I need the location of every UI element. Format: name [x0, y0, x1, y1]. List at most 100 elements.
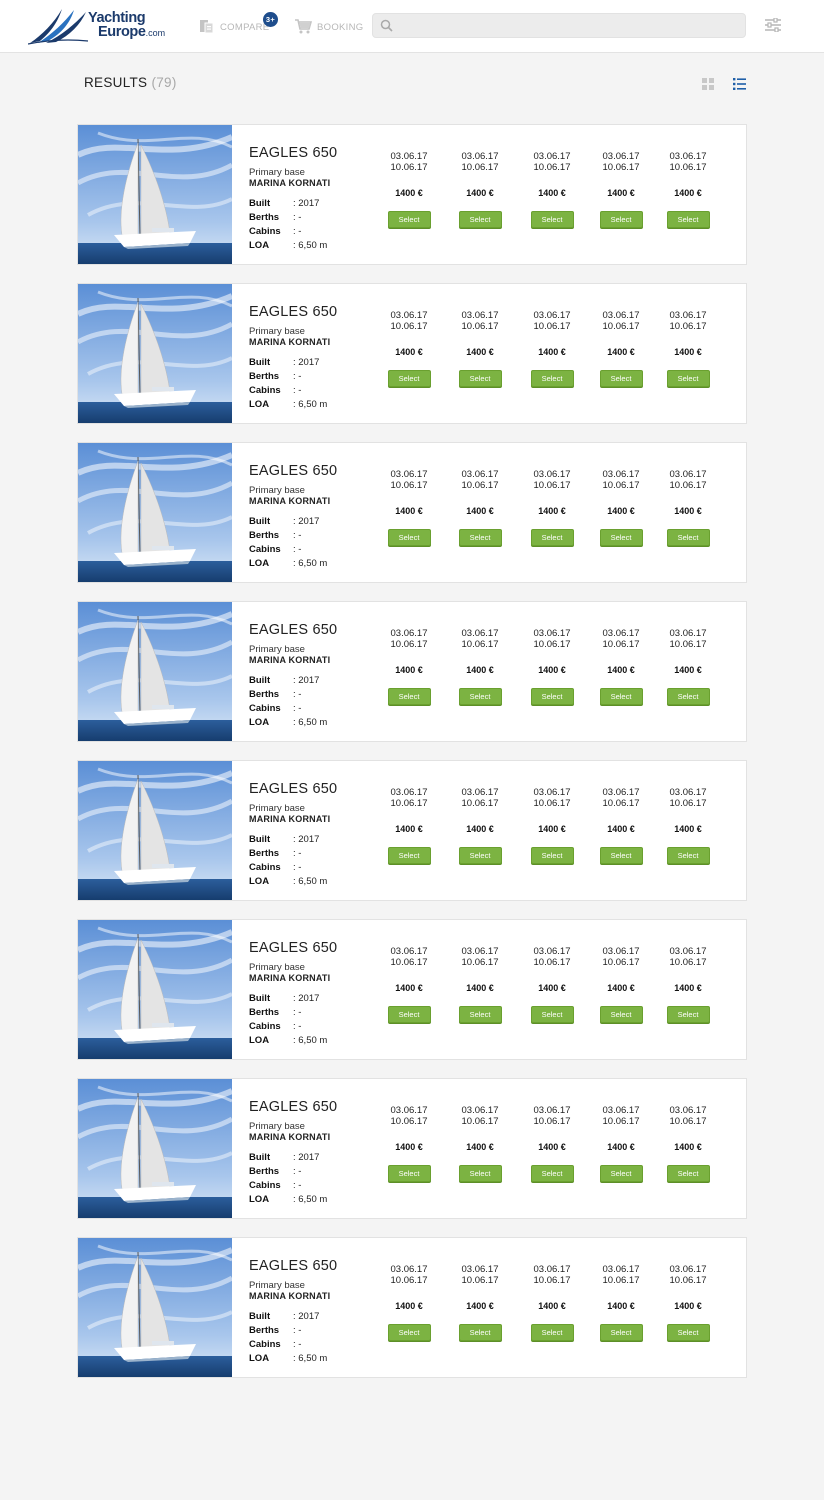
offer-price: 1400 € [395, 824, 423, 834]
select-button[interactable]: Select [387, 370, 431, 387]
boat-photo[interactable] [78, 284, 232, 423]
select-button[interactable]: Select [599, 370, 643, 387]
sliders-icon[interactable] [764, 17, 782, 37]
select-button[interactable]: Select [599, 1165, 643, 1182]
boat-card: EAGLES 650 Primary base MARINA KORNATI B… [77, 760, 747, 901]
offer-date-from: 03.06.17 [390, 310, 428, 321]
select-button[interactable]: Select [530, 211, 574, 228]
spec-value: : 2017 [293, 992, 320, 1004]
boat-name[interactable]: EAGLES 650 [249, 463, 379, 482]
select-button[interactable]: Select [387, 211, 431, 228]
boat-name[interactable]: EAGLES 650 [249, 304, 379, 323]
offer-date-to: 10.06.17 [669, 1116, 707, 1127]
boat-name[interactable]: EAGLES 650 [249, 622, 379, 641]
spec-row: Cabins: - [249, 1337, 379, 1351]
offer-date-to: 10.06.17 [602, 957, 640, 968]
offer-price: 1400 € [607, 506, 635, 516]
select-button[interactable]: Select [458, 211, 502, 228]
select-button[interactable]: Select [387, 529, 431, 546]
boat-name[interactable]: EAGLES 650 [249, 1099, 379, 1118]
select-button[interactable]: Select [666, 1324, 710, 1341]
base-label: Primary base [249, 326, 305, 337]
offer-date-to: 10.06.17 [390, 162, 428, 173]
select-button[interactable]: Select [530, 1165, 574, 1182]
grid-view-icon[interactable] [702, 77, 714, 95]
spec-key: Berths [249, 211, 280, 223]
spec-row: Berths: - [249, 528, 379, 542]
select-button[interactable]: Select [530, 1006, 574, 1023]
boat-name[interactable]: EAGLES 650 [249, 781, 379, 800]
select-button[interactable]: Select [666, 370, 710, 387]
offer-column: 03.06.17 10.06.17 1400 € Select [383, 628, 435, 705]
select-button[interactable]: Select [530, 370, 574, 387]
select-button[interactable]: Select [387, 688, 431, 705]
boat-photo[interactable] [78, 125, 232, 264]
select-button[interactable]: Select [530, 688, 574, 705]
booking-link[interactable]: BOOKING [295, 17, 363, 37]
boat-name[interactable]: EAGLES 650 [249, 145, 379, 164]
offer-price: 1400 € [395, 347, 423, 357]
offer-date-from: 03.06.17 [533, 946, 571, 957]
spec-key: Built [249, 1310, 271, 1322]
spec-row: LOA: 6,50 m [249, 397, 379, 411]
offer-column: 03.06.17 10.06.17 1400 € Select [526, 628, 578, 705]
select-button[interactable]: Select [387, 1006, 431, 1023]
boat-name[interactable]: EAGLES 650 [249, 1258, 379, 1277]
spec-row: Berths: - [249, 210, 379, 224]
select-button[interactable]: Select [666, 688, 710, 705]
select-button[interactable]: Select [458, 1006, 502, 1023]
select-button[interactable]: Select [458, 1324, 502, 1341]
offer-date-to: 10.06.17 [461, 1275, 499, 1286]
top-header: Yachting Europe.com COMPARE 3+ BOOKING [0, 0, 824, 53]
boat-photo[interactable] [78, 761, 232, 900]
spec-row: Built: 2017 [249, 355, 379, 369]
select-button[interactable]: Select [599, 1324, 643, 1341]
boat-photo[interactable] [78, 1079, 232, 1218]
select-button[interactable]: Select [530, 847, 574, 864]
spec-row: Cabins: - [249, 701, 379, 715]
search-input[interactable] [399, 14, 739, 37]
select-button[interactable]: Select [599, 688, 643, 705]
select-button[interactable]: Select [458, 688, 502, 705]
select-button[interactable]: Select [387, 1324, 431, 1341]
list-view-icon[interactable] [733, 77, 746, 95]
boat-info: EAGLES 650 Primary base MARINA KORNATI B… [249, 622, 379, 729]
search-bar[interactable] [372, 13, 746, 38]
select-button[interactable]: Select [458, 847, 502, 864]
select-button[interactable]: Select [387, 1165, 431, 1182]
boat-photo[interactable] [78, 920, 232, 1059]
select-button[interactable]: Select [530, 529, 574, 546]
select-button[interactable]: Select [666, 529, 710, 546]
offer-column: 03.06.17 10.06.17 1400 € Select [595, 1264, 647, 1341]
select-button[interactable]: Select [599, 1006, 643, 1023]
select-button[interactable]: Select [599, 529, 643, 546]
boat-name[interactable]: EAGLES 650 [249, 940, 379, 959]
select-button[interactable]: Select [458, 370, 502, 387]
base-value: MARINA KORNATI [249, 973, 331, 983]
select-button[interactable]: Select [666, 847, 710, 864]
offer-date-from: 03.06.17 [533, 310, 571, 321]
select-button[interactable]: Select [387, 847, 431, 864]
offer-date-from: 03.06.17 [669, 469, 707, 480]
compare-link[interactable]: COMPARE 3+ [199, 12, 278, 37]
offer-date-from: 03.06.17 [461, 628, 499, 639]
spec-value: : - [293, 1020, 302, 1032]
select-button[interactable]: Select [458, 1165, 502, 1182]
boat-photo[interactable] [78, 602, 232, 741]
select-button[interactable]: Select [458, 529, 502, 546]
boat-card: EAGLES 650 Primary base MARINA KORNATI B… [77, 1078, 747, 1219]
spec-row: Cabins: - [249, 1019, 379, 1033]
select-button[interactable]: Select [666, 211, 710, 228]
select-button[interactable]: Select [666, 1006, 710, 1023]
boat-photo[interactable] [78, 1238, 232, 1377]
spec-value: : - [293, 1006, 302, 1018]
offer-price: 1400 € [466, 665, 494, 675]
spec-value: : 6,50 m [293, 1352, 328, 1364]
select-button[interactable]: Select [666, 1165, 710, 1182]
spec-key: Cabins [249, 543, 281, 555]
boat-photo[interactable] [78, 443, 232, 582]
select-button[interactable]: Select [599, 847, 643, 864]
select-button[interactable]: Select [530, 1324, 574, 1341]
logo[interactable]: Yachting Europe.com [28, 7, 168, 45]
select-button[interactable]: Select [599, 211, 643, 228]
